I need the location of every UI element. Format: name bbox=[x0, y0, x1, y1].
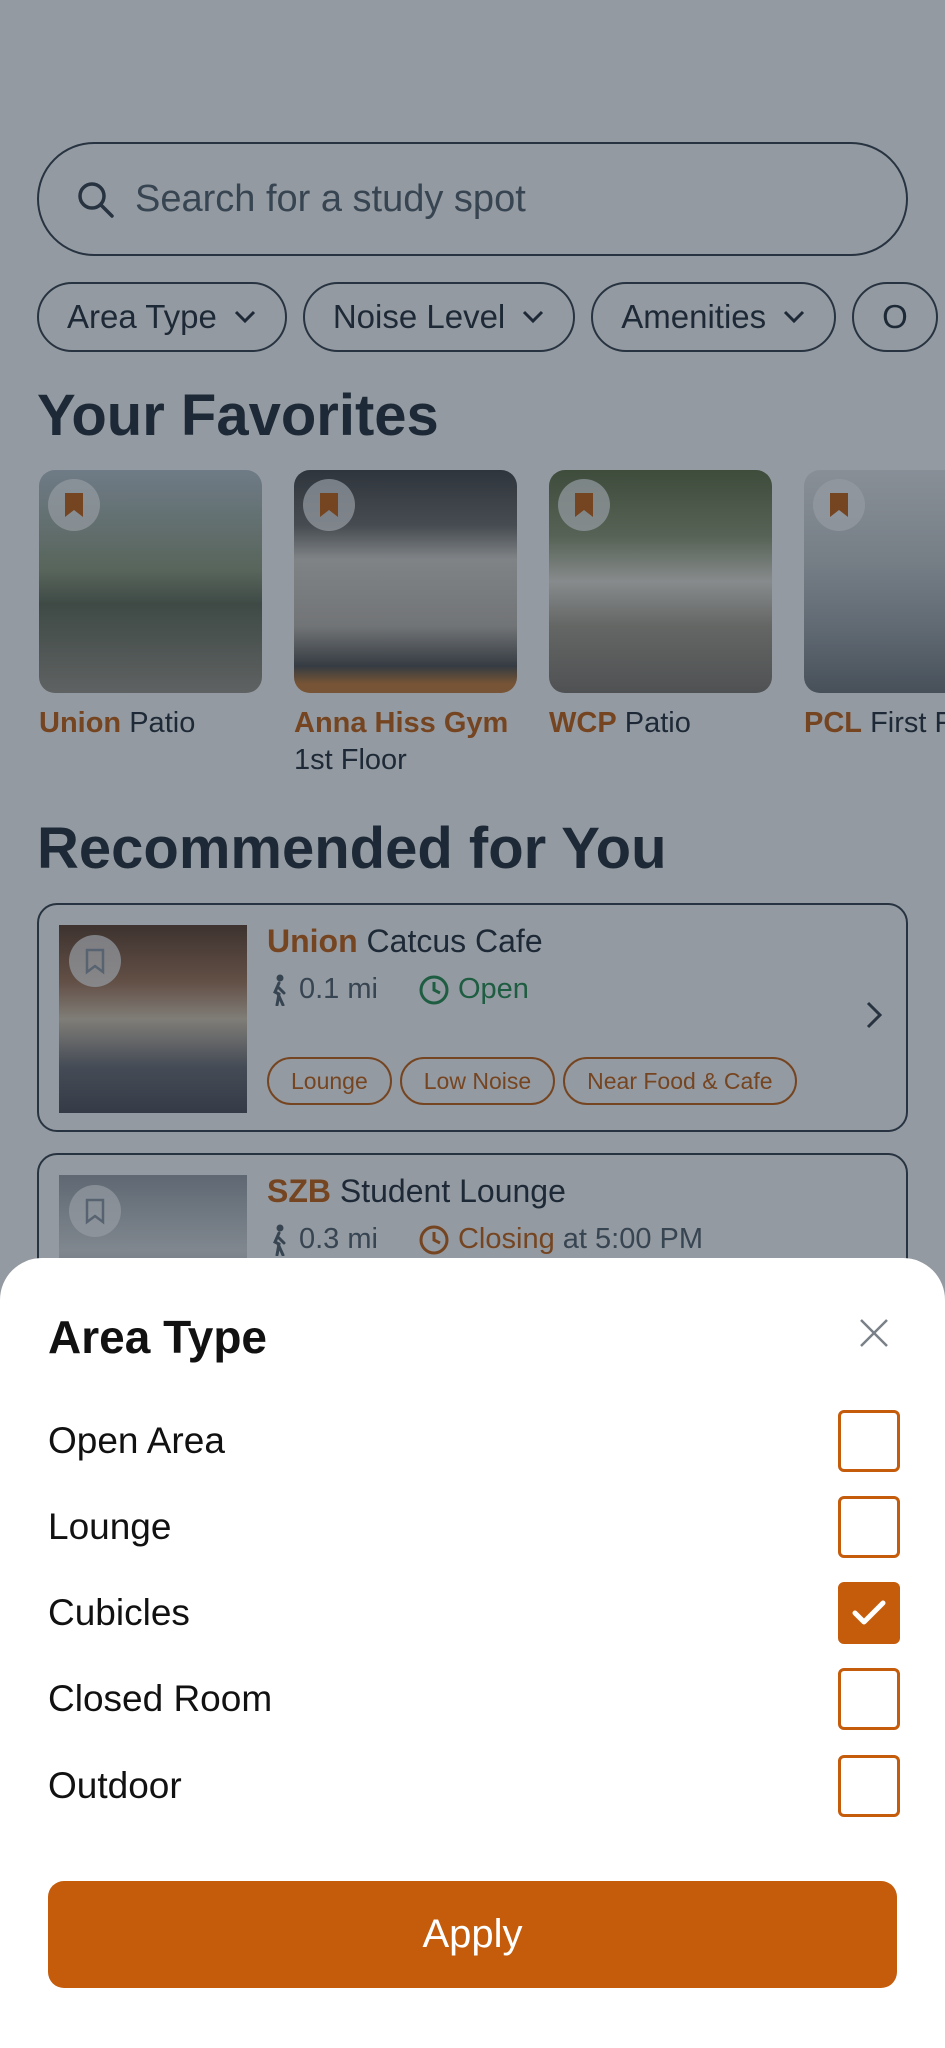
option-label: Closed Room bbox=[48, 1678, 273, 1719]
checkbox[interactable] bbox=[838, 1668, 900, 1730]
option-label: Open Area bbox=[48, 1420, 225, 1461]
option-outdoor[interactable]: Outdoor bbox=[48, 1755, 900, 1819]
apply-button[interactable]: Apply bbox=[48, 1881, 897, 1988]
checkmark-icon bbox=[852, 1600, 886, 1625]
option-label: Cubicles bbox=[48, 1592, 190, 1633]
option-cubicles[interactable]: Cubicles bbox=[48, 1582, 900, 1646]
checkbox[interactable] bbox=[838, 1496, 900, 1558]
checkbox-checked[interactable] bbox=[838, 1582, 900, 1644]
checkbox[interactable] bbox=[838, 1410, 900, 1472]
option-open-area[interactable]: Open Area bbox=[48, 1410, 900, 1474]
option-label: Outdoor bbox=[48, 1765, 182, 1806]
option-lounge[interactable]: Lounge bbox=[48, 1496, 900, 1560]
sheet-title: Area Type bbox=[48, 1311, 268, 1363]
close-button[interactable] bbox=[852, 1311, 896, 1355]
option-label: Lounge bbox=[48, 1506, 172, 1547]
option-closed-room[interactable]: Closed Room bbox=[48, 1668, 900, 1732]
area-type-sheet: Area Type Open Area Lounge Cubicles Clos… bbox=[0, 1258, 945, 2048]
close-icon bbox=[860, 1319, 888, 1347]
checkbox[interactable] bbox=[838, 1755, 900, 1817]
